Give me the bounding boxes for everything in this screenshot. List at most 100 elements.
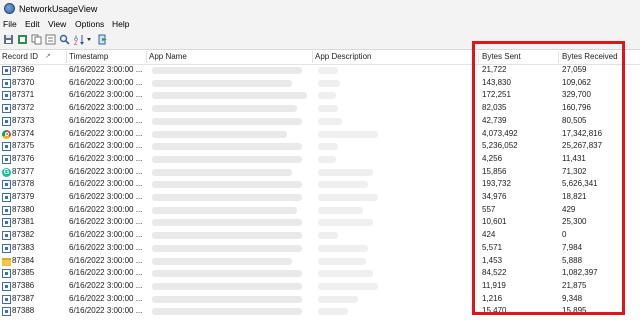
redacted-app-name bbox=[152, 257, 292, 265]
timestamp-cell: 6/16/2022 3:00:00 ... bbox=[69, 204, 143, 214]
timestamp-cell: 6/16/2022 3:00:00 ... bbox=[69, 255, 143, 265]
redacted-app-name bbox=[152, 270, 302, 278]
redacted-app-name bbox=[152, 130, 287, 138]
redacted-app-name bbox=[152, 79, 292, 87]
column-header-timestamp[interactable]: Timestamp bbox=[67, 50, 146, 64]
record-id-cell: 87372 bbox=[12, 103, 35, 113]
app-icon bbox=[2, 281, 11, 291]
redacted-app-description bbox=[318, 219, 373, 227]
redacted-app-description bbox=[318, 130, 378, 138]
app-icon bbox=[2, 91, 11, 101]
record-id-cell: 87385 bbox=[12, 268, 35, 278]
timestamp-cell: 6/16/2022 3:00:00 ... bbox=[69, 217, 143, 227]
record-id-cell: 87383 bbox=[12, 242, 35, 252]
chrome-icon bbox=[2, 129, 11, 139]
app-icon bbox=[2, 142, 11, 152]
redacted-app-description bbox=[318, 143, 338, 151]
sort-ascending-icon: ↗ bbox=[45, 53, 51, 60]
redacted-app-name bbox=[152, 295, 302, 303]
record-id-cell: 87375 bbox=[12, 141, 35, 151]
timestamp-cell: 6/16/2022 3:00:00 ... bbox=[69, 166, 143, 176]
timestamp-cell: 6/16/2022 3:00:00 ... bbox=[69, 77, 143, 87]
app-icon bbox=[2, 193, 11, 202]
find-icon[interactable] bbox=[59, 34, 70, 45]
exit-icon[interactable] bbox=[97, 34, 108, 45]
redacted-app-name bbox=[152, 181, 302, 189]
redacted-app-description bbox=[318, 117, 342, 125]
redacted-app-description bbox=[318, 257, 366, 265]
timestamp-cell: 6/16/2022 3:00:00 ... bbox=[69, 65, 143, 74]
title-bar: NetworkUsageView bbox=[0, 0, 640, 18]
sort-icon[interactable]: AZ bbox=[74, 34, 94, 45]
folder-icon bbox=[2, 257, 11, 266]
app-icon bbox=[2, 307, 11, 317]
redacted-app-description bbox=[318, 282, 378, 290]
column-header-app-name[interactable]: App Name bbox=[147, 50, 312, 64]
record-id-cell: 87376 bbox=[12, 153, 35, 163]
redacted-app-name bbox=[152, 143, 302, 151]
redacted-app-name bbox=[152, 282, 302, 290]
app-icon bbox=[2, 205, 11, 215]
redacted-app-name bbox=[152, 219, 302, 227]
redacted-app-description bbox=[318, 79, 340, 87]
app-icon bbox=[2, 243, 11, 253]
menu-options[interactable]: Options bbox=[75, 19, 104, 29]
redacted-app-name bbox=[152, 92, 307, 100]
properties-icon[interactable] bbox=[45, 34, 56, 45]
app-icon bbox=[2, 154, 11, 164]
menu-file[interactable]: File bbox=[3, 19, 17, 29]
bytes-columns-highlight-box bbox=[472, 41, 625, 315]
redacted-app-name bbox=[152, 244, 302, 252]
timestamp-cell: 6/16/2022 3:00:00 ... bbox=[69, 90, 143, 100]
record-id-cell: 87377 bbox=[12, 166, 35, 176]
timestamp-cell: 6/16/2022 3:00:00 ... bbox=[69, 268, 143, 278]
column-header-record-id[interactable]: Record ID ↗ bbox=[0, 50, 66, 64]
redacted-app-name bbox=[152, 117, 302, 125]
app-icon bbox=[2, 231, 11, 241]
menu-help[interactable]: Help bbox=[112, 19, 129, 29]
app-icon bbox=[2, 78, 11, 88]
network-usage-app-icon bbox=[4, 3, 15, 14]
timestamp-cell: 6/16/2022 3:00:00 ... bbox=[69, 153, 143, 163]
record-id-cell: 87379 bbox=[12, 192, 35, 201]
redacted-app-description bbox=[318, 67, 338, 74]
record-id-cell: 87378 bbox=[12, 179, 35, 189]
column-header-app-description[interactable]: App Description bbox=[313, 50, 478, 64]
timestamp-cell: 6/16/2022 3:00:00 ... bbox=[69, 293, 143, 303]
timestamp-cell: 6/16/2022 3:00:00 ... bbox=[69, 280, 143, 290]
timestamp-cell: 6/16/2022 3:00:00 ... bbox=[69, 128, 143, 138]
save-icon[interactable] bbox=[3, 34, 14, 45]
redacted-app-name bbox=[152, 194, 302, 201]
record-id-cell: 87387 bbox=[12, 293, 35, 303]
redacted-app-description bbox=[318, 308, 348, 316]
app-icon bbox=[2, 66, 11, 75]
record-id-cell: 87371 bbox=[12, 90, 35, 100]
menu-edit[interactable]: Edit bbox=[25, 19, 40, 29]
redacted-app-description bbox=[318, 232, 338, 240]
column-label-record-id: Record ID bbox=[2, 52, 39, 61]
redacted-app-name bbox=[152, 155, 302, 163]
timestamp-cell: 6/16/2022 3:00:00 ... bbox=[69, 179, 143, 189]
app-icon bbox=[2, 116, 11, 126]
record-id-cell: 87381 bbox=[12, 217, 35, 227]
timestamp-cell: 6/16/2022 3:00:00 ... bbox=[69, 141, 143, 151]
redacted-app-description bbox=[318, 270, 373, 278]
timestamp-cell: 6/16/2022 3:00:00 ... bbox=[69, 306, 143, 316]
app-icon bbox=[2, 269, 11, 279]
html-report-icon[interactable] bbox=[17, 34, 28, 45]
redacted-app-description bbox=[318, 155, 336, 163]
redacted-app-description bbox=[318, 181, 368, 189]
menu-view[interactable]: View bbox=[48, 19, 66, 29]
record-id-cell: 87374 bbox=[12, 128, 35, 138]
window-title: NetworkUsageView bbox=[19, 4, 98, 14]
redacted-app-name bbox=[152, 67, 302, 74]
app-icon bbox=[2, 180, 11, 190]
redacted-app-name bbox=[152, 105, 297, 113]
record-id-cell: 87386 bbox=[12, 280, 35, 290]
app-icon bbox=[2, 294, 11, 304]
timestamp-cell: 6/16/2022 3:00:00 ... bbox=[69, 192, 143, 201]
record-id-cell: 87388 bbox=[12, 306, 35, 316]
app-icon bbox=[2, 104, 11, 114]
copy-icon[interactable] bbox=[31, 34, 42, 45]
redacted-app-name bbox=[152, 168, 292, 176]
